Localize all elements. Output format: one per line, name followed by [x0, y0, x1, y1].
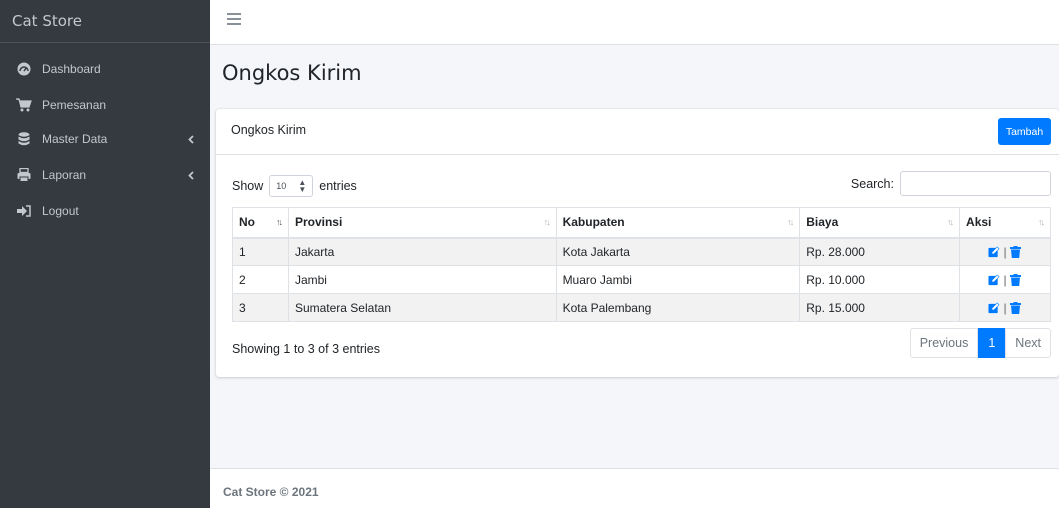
- table-info: Showing 1 to 3 of 3 entries: [232, 342, 381, 356]
- database-icon: [15, 132, 33, 146]
- top-navbar: [210, 0, 1059, 45]
- previous-page-button[interactable]: Previous: [909, 328, 979, 358]
- search-label: Search:: [850, 176, 894, 191]
- table-row: 2 Jambi Muaro Jambi Rp. 10.000 |: [232, 265, 1051, 294]
- column-header-label: Kabupaten: [562, 215, 625, 230]
- footer: Cat Store © 2021: [210, 468, 1059, 508]
- column-header-label: No: [239, 215, 255, 230]
- length-value: 10: [276, 181, 287, 191]
- sort-icon: ↑↓: [543, 217, 551, 227]
- sidebar-item-laporan[interactable]: Laporan: [0, 162, 210, 188]
- cell-no: 3: [232, 293, 289, 322]
- column-header-kabupaten[interactable]: Kabupaten ↑↓: [555, 207, 801, 239]
- show-label: Show: [232, 179, 264, 193]
- cell-aksi: |: [959, 293, 1051, 322]
- cell-biaya: Rp. 28.000: [799, 237, 961, 266]
- chevron-left-icon: [187, 170, 195, 180]
- column-header-provinsi[interactable]: Provinsi ↑↓: [287, 207, 557, 239]
- edit-icon[interactable]: [988, 246, 1000, 258]
- printer-icon: [15, 168, 33, 182]
- dashboard-icon: [15, 62, 33, 76]
- cell-provinsi: Jambi: [287, 265, 557, 294]
- entries-length-select[interactable]: 10 ▲ ▼: [269, 175, 314, 197]
- table-header-row: No ↑↓ Provinsi ↑↓ Kabupaten ↑↓ Biaya ↑↓ Aksi…: [232, 207, 1051, 239]
- page-1-button[interactable]: 1: [978, 328, 1006, 358]
- search-control: Search:: [851, 171, 1051, 196]
- brand-link[interactable]: Cat Store: [0, 0, 210, 43]
- ongkos-kirim-card: Ongkos Kirim Tambah Show 10 ▲ ▼ entries S…: [216, 109, 1059, 377]
- card-header: Ongkos Kirim Tambah: [216, 109, 1059, 155]
- sort-icon: ↑↓: [947, 217, 954, 227]
- add-button[interactable]: Tambah: [998, 118, 1051, 145]
- action-separator: |: [1003, 300, 1007, 315]
- select-arrows-icon: ▲ ▼: [298, 178, 307, 194]
- next-page-button[interactable]: Next: [1005, 328, 1051, 358]
- cell-no: 2: [232, 265, 289, 294]
- table-row: 1 Jakarta Kota Jakarta Rp. 28.000 |: [232, 237, 1051, 266]
- cell-no: 1: [232, 237, 289, 266]
- action-separator: |: [1003, 244, 1007, 259]
- cell-aksi: |: [959, 237, 1051, 266]
- sidebar-item-label: Pemesanan: [42, 98, 107, 112]
- pagination: Previous 1 Next: [909, 328, 1051, 358]
- cell-biaya: Rp. 10.000: [799, 265, 961, 294]
- footer-copyright: Cat Store © 2021: [223, 485, 319, 499]
- cell-aksi: |: [959, 265, 1051, 294]
- column-header-label: Aksi: [966, 215, 992, 230]
- cell-kabupaten: Kota Palembang: [555, 293, 801, 322]
- cell-kabupaten: Muaro Jambi: [555, 265, 801, 294]
- menu-toggle-icon[interactable]: [227, 13, 241, 27]
- trash-icon[interactable]: [1009, 273, 1022, 286]
- chevron-left-icon: [187, 134, 195, 144]
- action-separator: |: [1003, 272, 1007, 287]
- card-title: Ongkos Kirim: [231, 123, 307, 137]
- edit-icon[interactable]: [988, 274, 1000, 286]
- sidebar-item-label: Logout: [42, 204, 79, 218]
- sort-icon: ↑↓: [1038, 217, 1045, 227]
- trash-icon[interactable]: [1009, 245, 1022, 258]
- logout-icon: [15, 204, 33, 218]
- sort-icon: ↑↓: [787, 217, 794, 227]
- cell-provinsi: Sumatera Selatan: [287, 293, 557, 322]
- entries-label: entries: [319, 179, 357, 193]
- sidebar-item-label: Laporan: [42, 168, 87, 182]
- cart-icon: [15, 98, 33, 112]
- sidebar-item-pemesanan[interactable]: Pemesanan: [0, 92, 210, 118]
- main-content: Ongkos Kirim Ongkos Kirim Tambah Show 10…: [210, 45, 1059, 468]
- column-header-label: Provinsi: [294, 215, 343, 230]
- table-row: 3 Sumatera Selatan Kota Palembang Rp. 15…: [232, 293, 1051, 322]
- trash-icon[interactable]: [1009, 301, 1022, 314]
- ongkos-kirim-table: No ↑↓ Provinsi ↑↓ Kabupaten ↑↓ Biaya ↑↓ Aksi…: [232, 207, 1051, 322]
- sidebar-item-logout[interactable]: Logout: [0, 198, 210, 224]
- sidebar-item-label: Dashboard: [42, 62, 101, 76]
- brand-text: Cat Store: [12, 12, 82, 30]
- column-header-label: Biaya: [806, 215, 839, 230]
- edit-icon[interactable]: [988, 302, 1000, 314]
- search-input[interactable]: [900, 171, 1051, 196]
- cell-provinsi: Jakarta: [287, 237, 557, 266]
- sidebar-nav: Dashboard Pemesanan Master Data Laporan: [0, 43, 210, 224]
- sidebar-item-dashboard[interactable]: Dashboard: [0, 56, 210, 82]
- table-controls: Show 10 ▲ ▼ entries Search:: [232, 171, 1051, 197]
- sidebar-item-master-data[interactable]: Master Data: [0, 126, 210, 152]
- column-header-biaya[interactable]: Biaya ↑↓: [799, 207, 961, 239]
- cell-kabupaten: Kota Jakarta: [555, 237, 801, 266]
- sidebar: Cat Store Dashboard Pemesanan Master Dat…: [0, 0, 210, 508]
- length-control: Show 10 ▲ ▼ entries: [232, 175, 357, 197]
- page-title: Ongkos Kirim: [222, 61, 362, 85]
- sort-asc-icon: ↑↓: [275, 217, 283, 227]
- sidebar-item-label: Master Data: [42, 132, 108, 146]
- column-header-no[interactable]: No ↑↓: [232, 207, 289, 239]
- column-header-aksi[interactable]: Aksi ↑↓: [959, 207, 1051, 239]
- cell-biaya: Rp. 15.000: [799, 293, 961, 322]
